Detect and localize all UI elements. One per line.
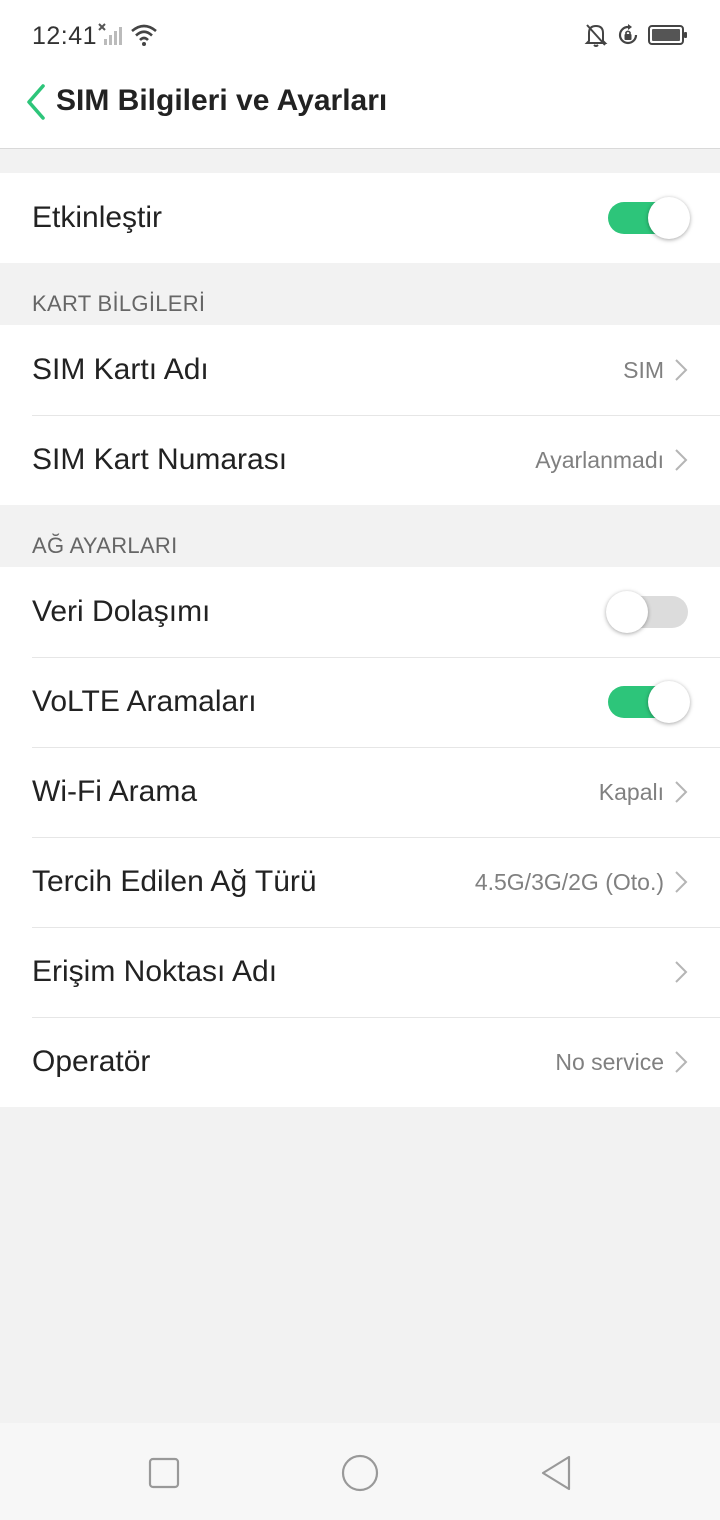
bell-off-icon [584, 22, 608, 53]
volte-toggle[interactable] [608, 681, 690, 723]
navigation-bar [0, 1423, 720, 1520]
signal-off-icon [98, 22, 124, 53]
enable-row[interactable]: Etkinleştir [0, 173, 720, 263]
back-button[interactable] [18, 80, 54, 124]
triangle-back-icon [541, 1455, 571, 1491]
data-roaming-label: Veri Dolaşımı [32, 595, 211, 628]
header: SIM Bilgileri ve Ayarları [0, 72, 720, 149]
preferred-network-row[interactable]: Tercih Edilen Ağ Türü 4.5G/3G/2G (Oto.) [0, 837, 720, 927]
chevron-right-icon [675, 871, 688, 893]
data-roaming-toggle[interactable] [606, 591, 688, 633]
volte-label: VoLTE Aramaları [32, 685, 257, 718]
home-button[interactable] [338, 1451, 382, 1495]
battery-icon [648, 24, 688, 51]
chevron-right-icon [675, 1051, 688, 1073]
card-info-group: SIM Kartı Adı SIM SIM Kart Numarası Ayar… [0, 325, 720, 505]
sim-card-name-label: SIM Kartı Adı [32, 353, 209, 386]
rotation-lock-icon [616, 23, 640, 52]
status-right-icons [584, 22, 688, 52]
volte-row[interactable]: VoLTE Aramaları [0, 657, 720, 747]
chevron-right-icon [675, 449, 688, 471]
sim-card-name-row[interactable]: SIM Kartı Adı SIM [0, 325, 720, 415]
chevron-left-icon [27, 84, 45, 120]
chevron-right-icon [675, 359, 688, 381]
preferred-network-value: 4.5G/3G/2G (Oto.) [474, 868, 664, 895]
page-title: SIM Bilgileri ve Ayarları [56, 84, 388, 117]
sim-card-number-row[interactable]: SIM Kart Numarası Ayarlanmadı [0, 415, 720, 505]
network-group: Veri Dolaşımı VoLTE Aramaları Wi-Fi Aram… [0, 567, 720, 1107]
section-network: AĞ AYARLARI [32, 533, 178, 558]
wifi-icon [130, 23, 158, 52]
status-time: 12:41 [32, 22, 98, 50]
apn-label: Erişim Noktası Adı [32, 955, 278, 988]
chevron-right-icon [675, 961, 688, 983]
chevron-right-icon [675, 781, 688, 803]
operator-label: Operatör [32, 1045, 151, 1078]
apn-row[interactable]: Erişim Noktası Adı [0, 927, 720, 1017]
toggle-knob [606, 591, 648, 633]
wifi-calling-label: Wi-Fi Arama [32, 775, 197, 808]
preferred-network-label: Tercih Edilen Ağ Türü [32, 865, 317, 898]
operator-value: No service [555, 1048, 664, 1075]
toggle-knob [648, 681, 690, 723]
enable-group: Etkinleştir [0, 173, 720, 263]
status-bar: 12:41 [0, 0, 720, 72]
status-left-icons [98, 22, 158, 52]
section-card-info: KART BİLGİLERİ [32, 291, 206, 316]
square-icon [148, 1457, 180, 1489]
sim-card-number-label: SIM Kart Numarası [32, 443, 288, 476]
operator-row[interactable]: Operatör No service [0, 1017, 720, 1107]
wifi-calling-row[interactable]: Wi-Fi Arama Kapalı [0, 747, 720, 837]
circle-icon [341, 1454, 379, 1492]
sim-card-number-value: Ayarlanmadı [535, 446, 664, 473]
data-roaming-row[interactable]: Veri Dolaşımı [0, 567, 720, 657]
recent-apps-button[interactable] [142, 1451, 186, 1495]
sim-card-name-value: SIM [623, 356, 664, 383]
enable-toggle[interactable] [608, 197, 690, 239]
wifi-calling-value: Kapalı [598, 778, 664, 805]
back-nav-button[interactable] [534, 1451, 578, 1495]
enable-label: Etkinleştir [32, 201, 163, 234]
toggle-knob [648, 197, 690, 239]
